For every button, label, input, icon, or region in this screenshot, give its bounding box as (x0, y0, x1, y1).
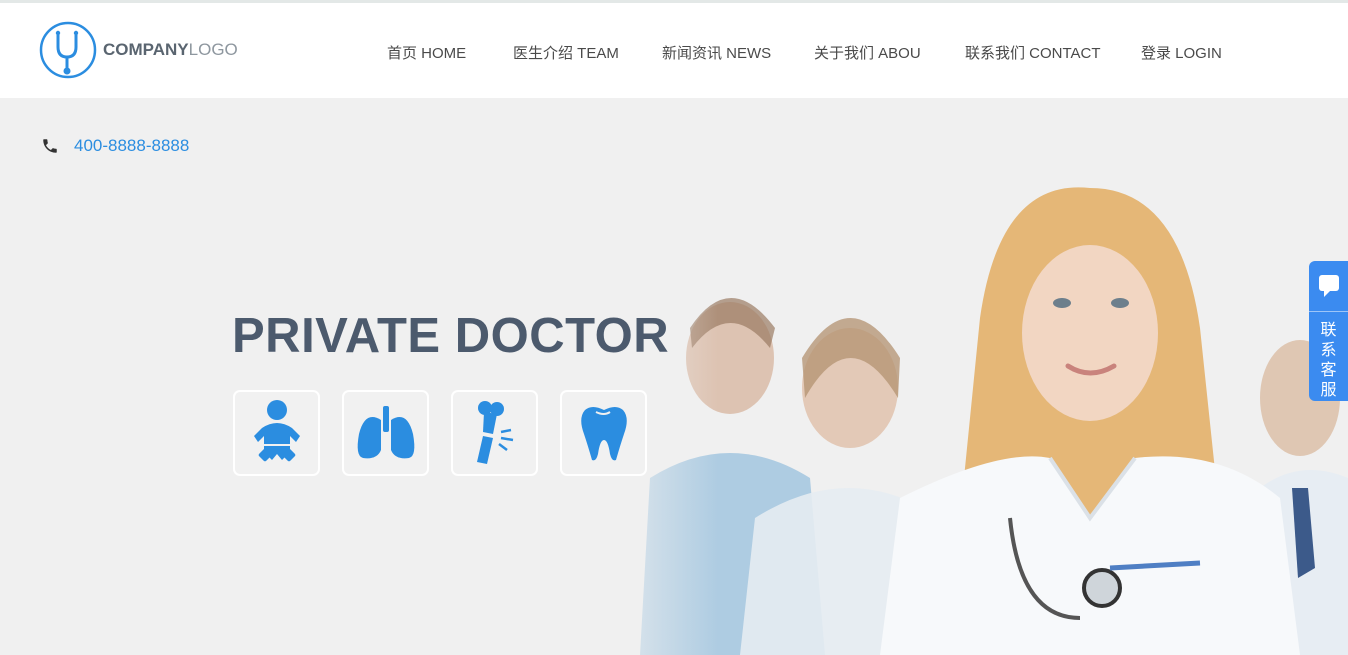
service-pediatrics[interactable] (233, 390, 320, 476)
phone-contact[interactable]: 400-8888-8888 (41, 136, 189, 156)
chat-button[interactable] (1309, 261, 1348, 312)
logo-text-light: LOGO (188, 40, 238, 59)
lungs-icon (357, 406, 414, 459)
chat-bubble-icon (1318, 275, 1339, 297)
nav-item-home[interactable]: 首页 HOME (387, 42, 466, 63)
service-dental[interactable] (560, 390, 647, 476)
customer-service-widget[interactable]: 联系客服 (1309, 261, 1348, 401)
nav-item-about[interactable]: 关于我们 ABOU (814, 42, 921, 63)
logo-text: COMPANYLOGO (103, 40, 238, 60)
company-logo[interactable]: COMPANYLOGO (39, 20, 238, 80)
broken-bone-icon (476, 401, 513, 464)
site-header: COMPANYLOGO 首页 HOME 医生介绍 TEAM 新闻资讯 NEWS … (0, 3, 1348, 98)
nav-item-login[interactable]: 登录 LOGIN (1141, 42, 1222, 63)
nav-item-team[interactable]: 医生介绍 TEAM (513, 42, 619, 63)
nav-item-news[interactable]: 新闻资讯 NEWS (662, 42, 771, 63)
nav-item-contact[interactable]: 联系我们 CONTACT (965, 42, 1101, 63)
hero-title: PRIVATE DOCTOR (232, 309, 670, 363)
tooth-icon (580, 407, 627, 461)
stethoscope-icon (39, 21, 97, 79)
doctors-photo (580, 98, 1348, 655)
phone-icon (43, 139, 57, 153)
service-respiratory[interactable] (342, 390, 429, 476)
phone-number: 400-8888-8888 (74, 136, 190, 155)
baby-icon (253, 400, 300, 462)
logo-text-bold: COMPANY (103, 40, 189, 59)
customer-service-label: 联系客服 (1320, 322, 1337, 399)
service-orthopedics[interactable] (451, 390, 538, 476)
